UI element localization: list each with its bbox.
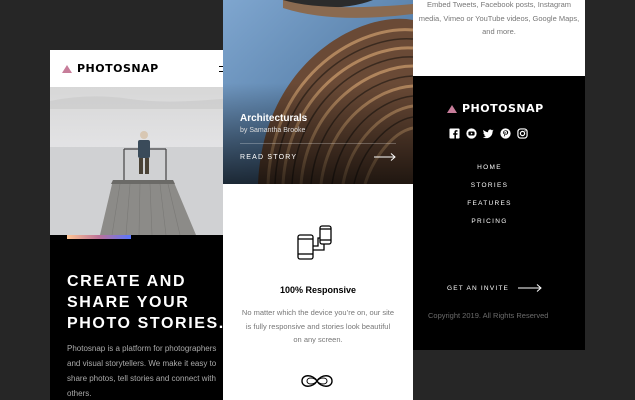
arrow-right-icon (374, 153, 396, 161)
brand-logo[interactable]: PHOTOSNAP (62, 62, 159, 75)
instagram-icon[interactable] (517, 128, 528, 139)
hero-description: Photosnap is a platform for photographer… (67, 344, 217, 398)
stories-features-panel: Architecturals by Samantha Brooke READ S… (223, 0, 413, 400)
youtube-icon[interactable] (466, 128, 477, 139)
footer-nav-pricing[interactable]: PRICING (413, 218, 566, 225)
get-invite-label: GET AN INVITE (447, 284, 510, 292)
logo-triangle-icon (447, 104, 457, 113)
story-author: by Samantha Brooke (240, 127, 306, 134)
hero-heading: CREATE AND SHARE YOUR PHOTO STORIES. (67, 273, 225, 332)
infinity-icon (301, 375, 333, 387)
pinterest-icon[interactable] (500, 128, 511, 139)
footer-brand-logo[interactable]: PHOTOSNAP (447, 102, 544, 115)
feature-title: 100% Responsive (279, 285, 357, 295)
brand-name: PHOTOSNAP (77, 62, 159, 75)
footer-nav-home[interactable]: HOME (413, 164, 566, 171)
story-card[interactable]: Architecturals by Samantha Brooke READ S… (223, 0, 413, 184)
footer-panel: Embed Tweets, Facebook posts, Instagram … (413, 0, 585, 350)
read-story-link[interactable]: READ STORY (240, 150, 396, 164)
logo-triangle-icon (62, 64, 72, 73)
home-mobile-panel: PHOTOSNAP CREATE AND SHARE YOUR PHOTO ST… (50, 50, 240, 400)
copyright-text: Copyright 2019. All Rights Reserved (428, 311, 549, 320)
story-title: Architecturals (240, 113, 308, 124)
read-story-label: READ STORY (240, 153, 298, 161)
hero-image (50, 87, 240, 235)
arrow-right-icon (518, 284, 542, 292)
feature-card-top: Embed Tweets, Facebook posts, Instagram … (413, 0, 585, 76)
facebook-icon[interactable] (449, 128, 460, 139)
accent-bar (67, 235, 131, 239)
footer-nav-features[interactable]: FEATURES (413, 200, 566, 207)
story-divider (240, 143, 396, 144)
social-links (449, 128, 528, 139)
responsive-devices-icon (297, 225, 332, 260)
embed-feature-text: Embed Tweets, Facebook posts, Instagram … (418, 0, 580, 36)
site-header: PHOTOSNAP (50, 50, 240, 87)
footer-brand-name: PHOTOSNAP (462, 102, 544, 115)
get-invite-link[interactable]: GET AN INVITE (447, 284, 542, 292)
feature-description: No matter which the device you’re on, ou… (241, 308, 395, 344)
footer-nav-stories[interactable]: STORIES (413, 182, 566, 189)
twitter-icon[interactable] (483, 128, 494, 139)
